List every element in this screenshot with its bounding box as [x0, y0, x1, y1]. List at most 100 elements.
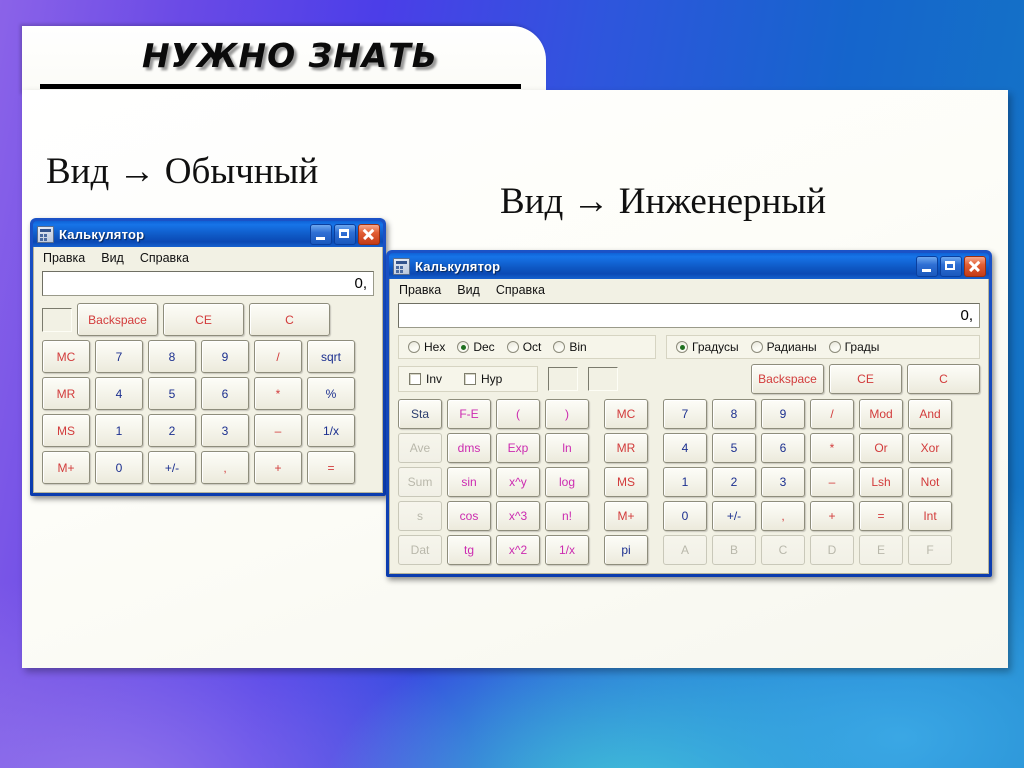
key-[interactable]: =: [307, 451, 355, 484]
menu-item-view[interactable]: Вид: [457, 283, 480, 297]
key-1dividex[interactable]: 1/x: [307, 414, 355, 447]
key-cos[interactable]: cos: [447, 501, 491, 531]
maximize-icon[interactable]: [334, 223, 356, 245]
key-7[interactable]: 7: [663, 399, 707, 429]
key-x-y[interactable]: x^y: [496, 467, 540, 497]
key-9[interactable]: 9: [761, 399, 805, 429]
key-5[interactable]: 5: [148, 377, 196, 410]
key-[interactable]: =: [859, 501, 903, 531]
minimize-icon[interactable]: [310, 223, 332, 245]
titlebar-basic[interactable]: Калькулятор: [33, 221, 383, 247]
key-4[interactable]: 4: [663, 433, 707, 463]
key-[interactable]: %: [307, 377, 355, 410]
key-int[interactable]: Int: [908, 501, 952, 531]
key-6[interactable]: 6: [201, 377, 249, 410]
key-multiply[interactable]: *: [810, 433, 854, 463]
key-[interactable]: ,: [201, 451, 249, 484]
key-divide[interactable]: /: [810, 399, 854, 429]
key-c[interactable]: C: [249, 303, 330, 336]
menu-item-edit[interactable]: Правка: [43, 251, 85, 265]
key-sqrt[interactable]: sqrt: [307, 340, 355, 373]
key-divide[interactable]: +/-: [712, 501, 756, 531]
key-8[interactable]: 8: [148, 340, 196, 373]
key-2[interactable]: 2: [148, 414, 196, 447]
key-0[interactable]: 0: [95, 451, 143, 484]
key-8[interactable]: 8: [712, 399, 756, 429]
key-divide[interactable]: /: [254, 340, 302, 373]
minimize-icon[interactable]: [916, 255, 938, 277]
key-xor[interactable]: Xor: [908, 433, 952, 463]
key-or[interactable]: Or: [859, 433, 903, 463]
titlebar-scientific[interactable]: Калькулятор: [389, 253, 989, 279]
key-0[interactable]: 0: [663, 501, 707, 531]
key-lsh[interactable]: Lsh: [859, 467, 903, 497]
checkbox-hyp[interactable]: Hyp: [464, 372, 502, 386]
menu-item-help[interactable]: Справка: [140, 251, 189, 265]
key-[interactable]: –: [254, 414, 302, 447]
radio-градусы[interactable]: Градусы: [676, 340, 739, 354]
key-dms[interactable]: dms: [447, 433, 491, 463]
key-[interactable]: ): [545, 399, 589, 429]
key-ce[interactable]: CE: [829, 364, 902, 394]
key-divide[interactable]: +/-: [148, 451, 196, 484]
display-scientific[interactable]: 0,: [398, 303, 980, 328]
display-basic[interactable]: 0,: [42, 271, 374, 296]
key-mr[interactable]: MR: [42, 377, 90, 410]
key-7[interactable]: 7: [95, 340, 143, 373]
key-ce[interactable]: CE: [163, 303, 244, 336]
key-ln[interactable]: ln: [545, 433, 589, 463]
key-3[interactable]: 3: [761, 467, 805, 497]
key-sin[interactable]: sin: [447, 467, 491, 497]
radio-dec[interactable]: Dec: [457, 340, 495, 354]
checkbox-inv[interactable]: Inv: [409, 372, 442, 386]
key-[interactable]: –: [810, 467, 854, 497]
close-icon[interactable]: [964, 255, 986, 277]
key-[interactable]: +: [810, 501, 854, 531]
key-5[interactable]: 5: [712, 433, 756, 463]
key-mc[interactable]: MC: [42, 340, 90, 373]
key-mod[interactable]: Mod: [859, 399, 903, 429]
menu-item-view[interactable]: Вид: [101, 251, 124, 265]
key-[interactable]: +: [254, 451, 302, 484]
key-mr[interactable]: MR: [604, 433, 648, 463]
key-1[interactable]: 1: [95, 414, 143, 447]
key-3[interactable]: 3: [201, 414, 249, 447]
key-m[interactable]: M+: [604, 501, 648, 531]
key-x-2[interactable]: x^2: [496, 535, 540, 565]
key-ms[interactable]: MS: [42, 414, 90, 447]
calculator-window-basic[interactable]: Калькулятор Правка Вид Справка 0, Backsp…: [30, 218, 386, 496]
key-multiply[interactable]: *: [254, 377, 302, 410]
menu-item-edit[interactable]: Правка: [399, 283, 441, 297]
key-9[interactable]: 9: [201, 340, 249, 373]
key-mc[interactable]: MC: [604, 399, 648, 429]
key-ms[interactable]: MS: [604, 467, 648, 497]
key-1dividex[interactable]: 1/x: [545, 535, 589, 565]
key-2[interactable]: 2: [712, 467, 756, 497]
key-m[interactable]: M+: [42, 451, 90, 484]
key-1[interactable]: 1: [663, 467, 707, 497]
radio-oct[interactable]: Oct: [506, 340, 541, 354]
key-[interactable]: ,: [761, 501, 805, 531]
key-sta[interactable]: Sta: [398, 399, 442, 429]
key-and[interactable]: And: [908, 399, 952, 429]
key-backspace[interactable]: Backspace: [751, 364, 824, 394]
key-x-3[interactable]: x^3: [496, 501, 540, 531]
key-tg[interactable]: tg: [447, 535, 491, 565]
maximize-icon[interactable]: [940, 255, 962, 277]
key-c[interactable]: C: [907, 364, 980, 394]
key-4[interactable]: 4: [95, 377, 143, 410]
key-pi[interactable]: pi: [604, 535, 648, 565]
key-[interactable]: (: [496, 399, 540, 429]
key-backspace[interactable]: Backspace: [77, 303, 158, 336]
key-not[interactable]: Not: [908, 467, 952, 497]
close-icon[interactable]: [358, 223, 380, 245]
radio-bin[interactable]: Bin: [553, 340, 587, 354]
key-exp[interactable]: Exp: [496, 433, 540, 463]
key-log[interactable]: log: [545, 467, 589, 497]
radio-hex[interactable]: Hex: [408, 340, 445, 354]
key-6[interactable]: 6: [761, 433, 805, 463]
menu-item-help[interactable]: Справка: [496, 283, 545, 297]
key-n[interactable]: n!: [545, 501, 589, 531]
radio-радианы[interactable]: Радианы: [750, 340, 817, 354]
radio-грады[interactable]: Грады: [828, 340, 879, 354]
